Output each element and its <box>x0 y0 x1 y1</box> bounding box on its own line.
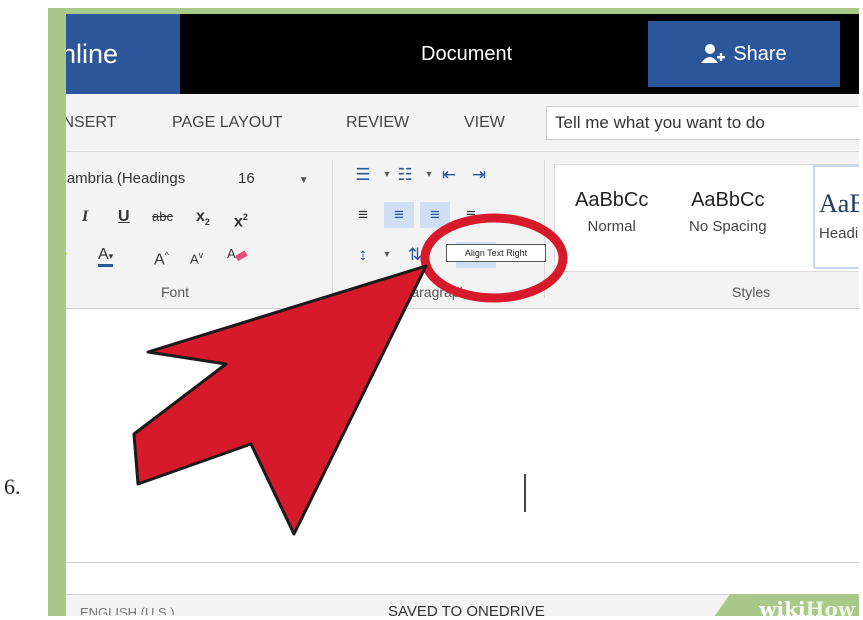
highlight-circle <box>420 213 568 303</box>
annotation-overlay <box>132 213 568 536</box>
red-arrow-icon <box>132 264 428 536</box>
word-online-window: Online Document Share INSERT PAGE LAYOUT… <box>66 14 859 616</box>
screenshot-frame: Online Document Share INSERT PAGE LAYOUT… <box>48 8 859 616</box>
step-number: 6. <box>4 474 21 499</box>
